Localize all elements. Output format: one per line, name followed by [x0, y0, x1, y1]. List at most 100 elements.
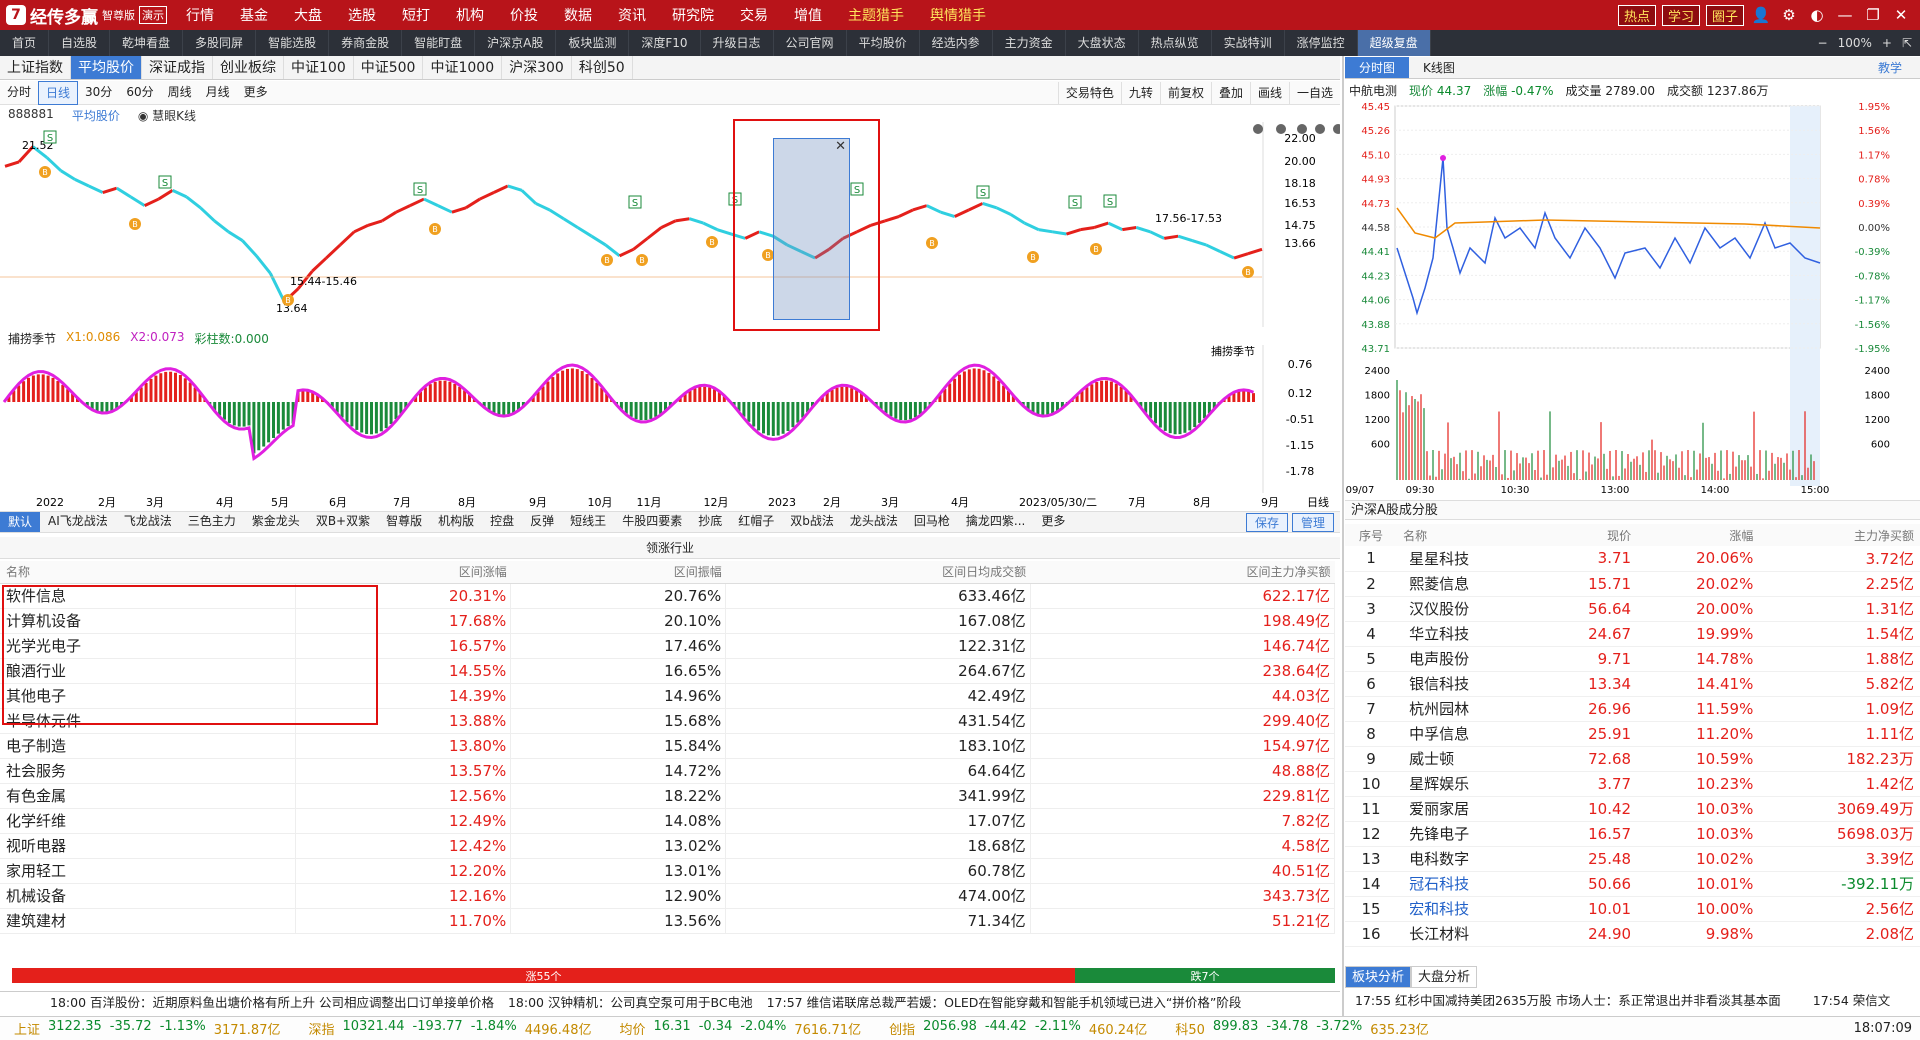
period-tool-1[interactable]: 九转	[1120, 81, 1160, 104]
minus-icon[interactable]: −	[1818, 36, 1828, 50]
user-icon[interactable]: 👤	[1750, 6, 1772, 24]
index-tab-8[interactable]: 科创50	[572, 56, 633, 79]
indicator-0[interactable]: 默认	[0, 512, 41, 532]
menu-3[interactable]: 选股	[335, 5, 389, 25]
tab-9[interactable]: 深度F10	[629, 30, 701, 56]
pin-icon[interactable]: ⇱	[1902, 36, 1912, 50]
intraday-chart[interactable]: 45.45 1.95% 45.26 1.56% 45.10 1.17% 44.93 0.78%…	[1345, 98, 1920, 498]
indicator-14[interactable]: 双b战法	[782, 512, 842, 532]
news-item[interactable]: 18:00 百洋股份：近期原料鱼出塘价格有所上升 公司相应调整出口订单接单价格	[50, 992, 494, 1011]
help-link[interactable]: 教学	[1864, 57, 1920, 78]
hot-button[interactable]: 热点	[1617, 4, 1656, 26]
indicator-9[interactable]: 反弹	[522, 512, 562, 532]
indicator-8[interactable]: 控盘	[482, 512, 522, 532]
index-tab-3[interactable]: 创业板综	[213, 56, 284, 79]
menu-11[interactable]: 增值	[781, 5, 835, 25]
indicator-16[interactable]: 回马枪	[906, 512, 958, 532]
col-header[interactable]: 区间振幅	[510, 561, 726, 584]
minimize-icon[interactable]: —	[1834, 6, 1856, 24]
col-header[interactable]: 区间涨幅	[295, 561, 511, 584]
indicator-1[interactable]: AI飞龙战法	[40, 512, 116, 532]
news-item[interactable]: 18:00 汉钟精机：公司真空泵可用于BC电池	[508, 992, 753, 1011]
table-row[interactable]: 13 电科数字 25.48 10.02% 3.39亿	[1345, 846, 1920, 872]
news-ticker[interactable]: 18:00 百洋股份：近期原料鱼出塘价格有所上升 公司相应调整出口订单接单价格 1…	[0, 991, 1340, 1011]
indicator-10[interactable]: 短线王	[562, 512, 614, 532]
menu-12[interactable]: 主题猎手	[835, 5, 917, 25]
index-tab-0[interactable]: 上证指数	[0, 56, 71, 79]
tab-10[interactable]: 升级日志	[701, 30, 774, 56]
table-row[interactable]: 视听电器 12.42% 13.02% 18.68亿 4.58亿	[0, 833, 1336, 859]
table-row[interactable]: 有色金属 12.56% 18.22% 341.99亿 229.81亿	[0, 783, 1336, 809]
menu-6[interactable]: 价投	[497, 5, 551, 25]
gear-icon[interactable]: ⚙	[1778, 6, 1800, 24]
menu-9[interactable]: 研究院	[659, 5, 727, 25]
table-row[interactable]: 建筑建材 11.70% 13.56% 71.34亿 51.21亿	[0, 908, 1336, 934]
table-row[interactable]: 电子制造 13.80% 15.84% 183.10亿 154.97亿	[0, 733, 1336, 759]
period-4[interactable]: 周线	[161, 81, 199, 105]
table-row[interactable]: 15 宏和科技 10.01 10.00% 2.56亿	[1345, 896, 1920, 922]
tab-kline[interactable]: K线图	[1409, 57, 1469, 78]
tab-18[interactable]: 涨停监控	[1285, 30, 1358, 56]
tab-market-analysis[interactable]: 大盘分析	[1411, 966, 1478, 988]
tab-2[interactable]: 乾坤看盘	[110, 30, 184, 56]
tab-4[interactable]: 智能选股	[256, 30, 330, 56]
tab-16[interactable]: 热点纵览	[1139, 30, 1212, 56]
menu-2[interactable]: 大盘	[281, 5, 335, 25]
table-row[interactable]: 8 中孚信息 25.91 11.20% 1.11亿	[1345, 721, 1920, 747]
news-item[interactable]: 17:54 荣信文	[1813, 993, 1891, 1008]
table-row[interactable]: 化学纤维 12.49% 14.08% 17.07亿 7.82亿	[0, 808, 1336, 834]
indicator-5[interactable]: 双B+双紫	[308, 512, 378, 532]
tab-13[interactable]: 经选内参	[920, 30, 993, 56]
indicator-17[interactable]: 擒龙四紫...	[958, 512, 1033, 532]
col-header[interactable]: 涨幅	[1637, 524, 1760, 546]
table-row[interactable]: 5 电声股份 9.71 14.78% 1.88亿	[1345, 646, 1920, 672]
indicator-12[interactable]: 抄底	[690, 512, 730, 532]
indicator-3[interactable]: 三色主力	[180, 512, 244, 532]
col-header[interactable]: 现价	[1542, 524, 1638, 546]
right-news[interactable]: 17:55 红杉中国减持美团2635万股 市场人士：系正常退出并非看淡其基本面 …	[1355, 991, 1920, 1011]
tab-7[interactable]: 沪深京A股	[475, 30, 557, 56]
indicator-2[interactable]: 飞龙战法	[116, 512, 180, 532]
news-item[interactable]: 17:57 维信诺联席总裁严若媛：OLED在智能穿戴和智能手机领域已进入“拼价格…	[767, 992, 1242, 1011]
col-header[interactable]: 名称	[0, 561, 296, 584]
table-row[interactable]: 家用轻工 12.20% 13.01% 60.78亿 40.51亿	[0, 858, 1336, 884]
index-tab-6[interactable]: 中证1000	[423, 56, 503, 79]
skin-icon[interactable]: ◐	[1806, 6, 1828, 24]
table-row[interactable]: 4 华立科技 24.67 19.99% 1.54亿	[1345, 621, 1920, 647]
indicator-13[interactable]: 红帽子	[730, 512, 782, 532]
table-row[interactable]: 11 爱丽家居 10.42 10.03% 3069.49万	[1345, 796, 1920, 822]
learn-button[interactable]: 学习	[1661, 4, 1700, 26]
plus-icon[interactable]: +	[1882, 36, 1892, 50]
save-button[interactable]: 保存	[1245, 512, 1288, 532]
index-tab-1[interactable]: 平均股价	[71, 56, 142, 79]
menu-10[interactable]: 交易	[727, 5, 781, 25]
indicator-6[interactable]: 智尊版	[378, 512, 430, 532]
tab-17[interactable]: 实战特训	[1212, 30, 1285, 56]
tab-15[interactable]: 大盘状态	[1066, 30, 1139, 56]
news-item[interactable]: 17:55 红杉中国减持美团2635万股 市场人士：系正常退出并非看淡其基本面	[1355, 993, 1781, 1008]
col-header[interactable]: 主力净买额	[1759, 524, 1920, 546]
index-tab-2[interactable]: 深证成指	[142, 56, 213, 79]
tab-intraday[interactable]: 分时图	[1345, 57, 1410, 78]
period-tool-3[interactable]: 叠加	[1210, 81, 1250, 104]
menu-8[interactable]: 资讯	[605, 5, 659, 25]
col-header[interactable]: 序号	[1345, 524, 1404, 546]
table-row[interactable]: 1 星星科技 3.71 20.06% 3.72亿	[1345, 546, 1920, 572]
indicator-15[interactable]: 龙头战法	[842, 512, 906, 532]
table-row[interactable]: 7 杭州园林 26.96 11.59% 1.09亿	[1345, 696, 1920, 722]
kline-chart[interactable]: 22.0020.0018.1816.5314.7513.6621.5215.44…	[0, 122, 1340, 327]
circle-button[interactable]: 圈子	[1705, 4, 1744, 26]
period-0[interactable]: 分时	[0, 81, 38, 105]
table-row[interactable]: 6 银信科技 13.34 14.41% 5.82亿	[1345, 671, 1920, 697]
col-header[interactable]: 区间日均成交额	[725, 561, 1031, 584]
period-1[interactable]: 日线	[38, 80, 79, 105]
menu-5[interactable]: 机构	[443, 5, 497, 25]
col-header[interactable]: 名称	[1403, 524, 1543, 546]
index-item[interactable]: 上证 3122.35 -35.72 -1.13% 3171.87亿	[0, 1019, 294, 1038]
tab-1[interactable]: 自选股	[49, 30, 111, 56]
tab-6[interactable]: 智能盯盘	[402, 30, 476, 56]
tab-8[interactable]: 板块监测	[556, 30, 630, 56]
tab-12[interactable]: 平均股价	[847, 30, 920, 56]
indicator-4[interactable]: 紫金龙头	[244, 512, 308, 532]
period-6[interactable]: 更多	[237, 81, 275, 105]
